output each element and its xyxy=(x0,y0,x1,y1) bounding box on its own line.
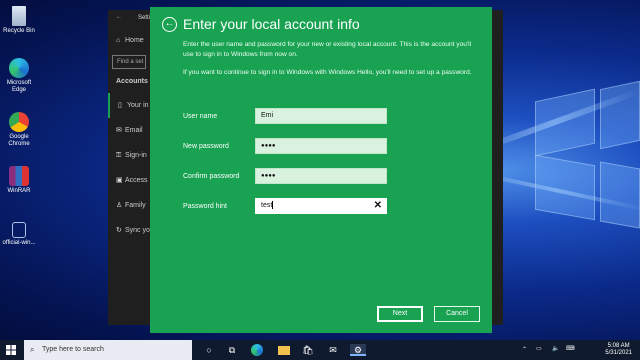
search-placeholder: Type here to search xyxy=(42,346,104,353)
language-icon[interactable]: ⌨ xyxy=(566,345,575,352)
settings-title: Setti xyxy=(138,15,151,21)
confirm-password-label: Confirm password xyxy=(183,173,240,180)
edge-icon xyxy=(9,58,29,78)
wallpaper-pane xyxy=(535,154,595,221)
network-icon[interactable]: ▭ xyxy=(536,345,542,352)
recycle-bin-icon xyxy=(12,6,26,26)
windows-start-icon[interactable] xyxy=(6,345,16,355)
wallpaper-pane xyxy=(535,88,595,157)
settings-item-email[interactable]: ✉ Email xyxy=(108,118,150,143)
dialog-hello-note: If you want to continue to sign in to Wi… xyxy=(183,69,472,76)
settings-nav: ⌂ Home Find a set Accounts ▯ Your in ✉ Emai… xyxy=(108,28,150,243)
wallpaper-pane xyxy=(600,80,640,150)
taskbar-clock[interactable]: 5:08 AM 5/31/2021 xyxy=(605,343,632,357)
back-arrow-icon[interactable]: ← xyxy=(116,14,122,20)
store-icon[interactable]: 🛍 xyxy=(302,344,314,356)
dialog-description: Enter the user name and password for you… xyxy=(183,41,472,58)
file-icon xyxy=(12,222,26,238)
local-account-dialog: ← Enter your local account info Enter th… xyxy=(150,7,492,333)
new-password-label: New password xyxy=(183,143,229,150)
password-hint-value: test xyxy=(261,202,273,209)
desktop-icon-edge[interactable]: Microsoft Edge xyxy=(2,58,36,94)
text-cursor xyxy=(272,201,274,210)
task-view-icon[interactable]: ⧉ xyxy=(226,344,238,356)
clock-date: 5/31/2021 xyxy=(605,350,632,356)
home-icon: ⌂ xyxy=(116,37,121,44)
wallpaper-pane xyxy=(600,161,640,229)
taskbar-search-input[interactable]: ⌕ Type here to search xyxy=(24,340,192,360)
show-hidden-icons[interactable]: ⌃ xyxy=(522,346,527,353)
username-label: User name xyxy=(183,113,218,120)
settings-section-accounts: Accounts xyxy=(116,78,148,85)
settings-item-label: Family xyxy=(125,202,146,209)
username-field[interactable]: Emi xyxy=(255,108,387,124)
settings-item-access[interactable]: ▣ Access xyxy=(108,168,150,193)
cancel-button[interactable]: Cancel xyxy=(434,306,480,322)
clear-icon[interactable]: ✕ xyxy=(374,199,382,213)
settings-item-label: Your in xyxy=(127,102,149,109)
search-icon: ⌕ xyxy=(30,345,35,354)
cortana-icon[interactable]: ○ xyxy=(203,344,215,356)
mail-taskbar-icon[interactable]: ✉ xyxy=(327,344,339,356)
confirm-password-field[interactable]: ●●●● xyxy=(255,168,387,184)
back-arrow-icon[interactable]: ← xyxy=(162,17,177,32)
desktop-icon-chrome[interactable]: Google Chrome xyxy=(2,112,36,148)
clock-time: 5:08 AM xyxy=(607,343,630,349)
settings-item-label: Access xyxy=(125,177,148,184)
desktop-icon-winrar[interactable]: WinRAR xyxy=(2,166,36,195)
settings-item-label: Sync yo xyxy=(125,227,150,234)
desktop-icon-label: Microsoft Edge xyxy=(6,80,32,93)
person-icon: ▯ xyxy=(118,102,122,109)
taskbar: ⌕ Type here to search ○ ⧉ 🛍 ✉ ⚙ ⌃ ▭ 🔈 ⌨ … xyxy=(0,340,640,360)
desktop-icon-label: Google Chrome xyxy=(8,134,30,147)
edge-taskbar-icon[interactable] xyxy=(251,344,263,356)
home-label: Home xyxy=(125,37,144,44)
settings-item-label: Email xyxy=(125,127,143,134)
sync-icon: ↻ xyxy=(116,227,122,234)
volume-icon[interactable]: 🔈 xyxy=(552,345,559,352)
dialog-title: Enter your local account info xyxy=(183,16,360,32)
desktop-icon-file[interactable]: official-win... xyxy=(2,222,36,247)
mail-icon: ✉ xyxy=(116,127,122,134)
password-hint-label: Password hint xyxy=(183,203,227,210)
settings-item-your-info[interactable]: ▯ Your in xyxy=(108,93,150,118)
settings-home[interactable]: ⌂ Home xyxy=(108,28,150,53)
password-hint-field[interactable]: test ✕ xyxy=(255,198,387,214)
settings-item-signin[interactable]: ⚿ Sign-in xyxy=(108,143,150,168)
chrome-icon xyxy=(9,112,29,132)
settings-taskbar-icon[interactable]: ⚙ xyxy=(350,344,366,356)
winrar-icon xyxy=(9,166,29,186)
desktop-icon-label: official-win... xyxy=(2,240,36,246)
new-password-field[interactable]: ●●●● xyxy=(255,138,387,154)
settings-item-sync[interactable]: ↻ Sync yo xyxy=(108,218,150,243)
key-icon: ⚿ xyxy=(116,152,122,159)
settings-search-input[interactable]: Find a set xyxy=(112,55,146,69)
settings-item-label: Sign-in xyxy=(125,152,147,159)
desktop-icon-label: Recycle Bin xyxy=(3,28,35,34)
next-button[interactable]: Next xyxy=(377,306,423,322)
family-icon: ♙ xyxy=(116,202,123,209)
desktop-icon-label: WinRAR xyxy=(7,188,31,194)
settings-item-family[interactable]: ♙ Family xyxy=(108,193,150,218)
file-explorer-icon[interactable] xyxy=(278,346,290,355)
briefcase-icon: ▣ xyxy=(116,177,123,184)
desktop-icon-recycle-bin[interactable]: Recycle Bin xyxy=(2,6,36,35)
